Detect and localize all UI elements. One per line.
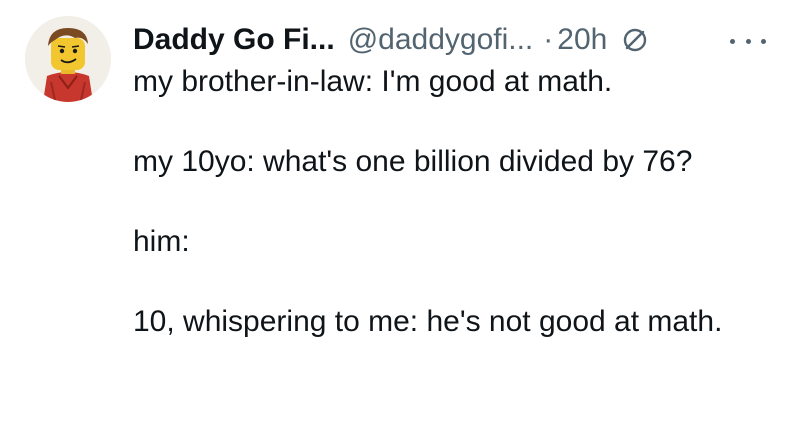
tweet-header: Daddy Go Fi... @daddygofi... · 20h: [133, 18, 649, 62]
lego-figure-icon: [25, 16, 111, 102]
tweet-text: my brother-in-law: I'm good at math. my …: [133, 62, 773, 342]
tweet-line: my 10yo: what's one billion divided by 7…: [133, 145, 693, 178]
tweet-line: 10, whispering to me: he's not good at m…: [133, 305, 723, 338]
timestamp[interactable]: 20h: [557, 18, 607, 62]
tweet-line: him:: [133, 225, 190, 258]
user-handle[interactable]: @daddygofi...: [348, 18, 534, 62]
more-options-icon[interactable]: [730, 26, 766, 56]
tweet-card[interactable]: Daddy Go Fi... @daddygofi... · 20h my br…: [0, 0, 800, 425]
separator-dot: ·: [543, 23, 554, 56]
more-dot: [761, 38, 766, 44]
more-dot: [730, 38, 735, 44]
avatar[interactable]: [25, 16, 111, 102]
more-dot: [745, 38, 751, 44]
display-name[interactable]: Daddy Go Fi...: [133, 18, 335, 62]
tweet-line: my brother-in-law: I'm good at math.: [133, 65, 613, 98]
circle-slash-icon: [621, 26, 649, 54]
